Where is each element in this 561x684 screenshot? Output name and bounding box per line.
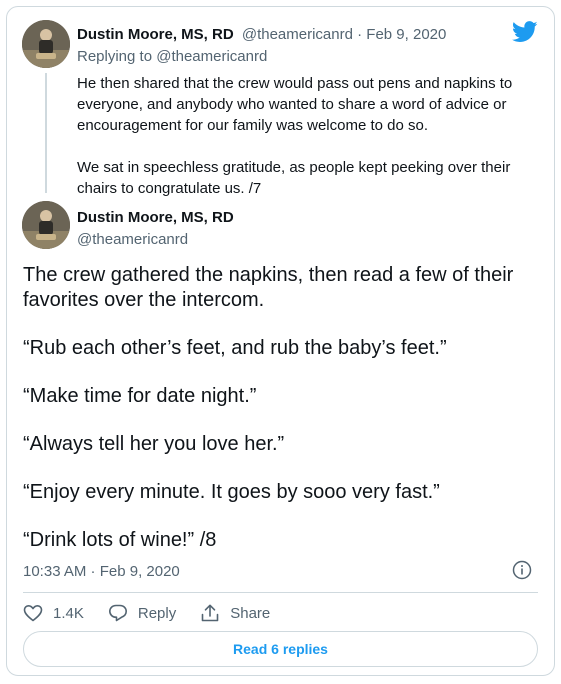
tweet-paragraph: “Always tell her you love her.” bbox=[23, 433, 285, 455]
tweet-paragraph: He then shared that the crew would pass … bbox=[77, 75, 513, 134]
avatar[interactable] bbox=[22, 20, 70, 68]
reply-tweet-body: He then shared that the crew would pass … bbox=[77, 73, 527, 199]
tweet-timestamp[interactable]: 10:33 AM · Feb 9, 2020 bbox=[23, 563, 180, 580]
divider bbox=[23, 592, 538, 593]
tweet-paragraph: “Make time for date night.” bbox=[23, 385, 257, 407]
tweet-paragraph: “Drink lots of wine!” /8 bbox=[23, 529, 217, 551]
share-icon bbox=[201, 604, 219, 622]
tweet-paragraph: “Enjoy every minute. It goes by sooo ver… bbox=[23, 481, 440, 503]
tweet-paragraph: “Rub each other’s feet, and rub the baby… bbox=[23, 337, 447, 359]
author-handle[interactable]: @theamericanrd bbox=[77, 231, 188, 248]
read-replies-button[interactable]: Read 6 replies bbox=[23, 631, 538, 667]
like-button[interactable]: 1.4K bbox=[23, 603, 84, 623]
tweet-embed-card: Dustin Moore, MS, RD @theamericanrd · Fe… bbox=[6, 6, 555, 676]
tweet-paragraph: We sat in speechless gratitude, as peopl… bbox=[77, 159, 511, 197]
reply-button[interactable]: Reply bbox=[108, 603, 176, 623]
action-bar: 1.4K Reply Share bbox=[23, 603, 294, 623]
avatar[interactable] bbox=[22, 201, 70, 249]
avatar-photo bbox=[22, 20, 70, 68]
like-count: 1.4K bbox=[53, 604, 84, 622]
avatar-photo bbox=[22, 201, 70, 249]
reply-label: Reply bbox=[137, 604, 177, 622]
share-label: Share bbox=[230, 604, 271, 622]
twitter-bird-icon[interactable] bbox=[512, 21, 538, 43]
author-name[interactable]: Dustin Moore, MS, RD bbox=[77, 26, 234, 43]
author-handle[interactable]: @theamericanrd bbox=[242, 26, 353, 43]
heart-icon bbox=[23, 605, 43, 622]
reply-icon bbox=[108, 604, 127, 622]
author-name[interactable]: Dustin Moore, MS, RD bbox=[77, 209, 234, 226]
info-icon[interactable] bbox=[512, 560, 532, 580]
replying-to[interactable]: Replying to @theamericanrd bbox=[77, 48, 267, 65]
share-button[interactable]: Share bbox=[200, 603, 270, 623]
reply-tweet-header: Dustin Moore, MS, RD @theamericanrd · Fe… bbox=[77, 26, 446, 43]
tweet-paragraph: The crew gathered the napkins, then read… bbox=[23, 264, 514, 311]
thread-connector-line bbox=[45, 73, 47, 193]
main-tweet-body: The crew gathered the napkins, then read… bbox=[23, 263, 543, 576]
tweet-date[interactable]: · Feb 9, 2020 bbox=[357, 26, 446, 43]
